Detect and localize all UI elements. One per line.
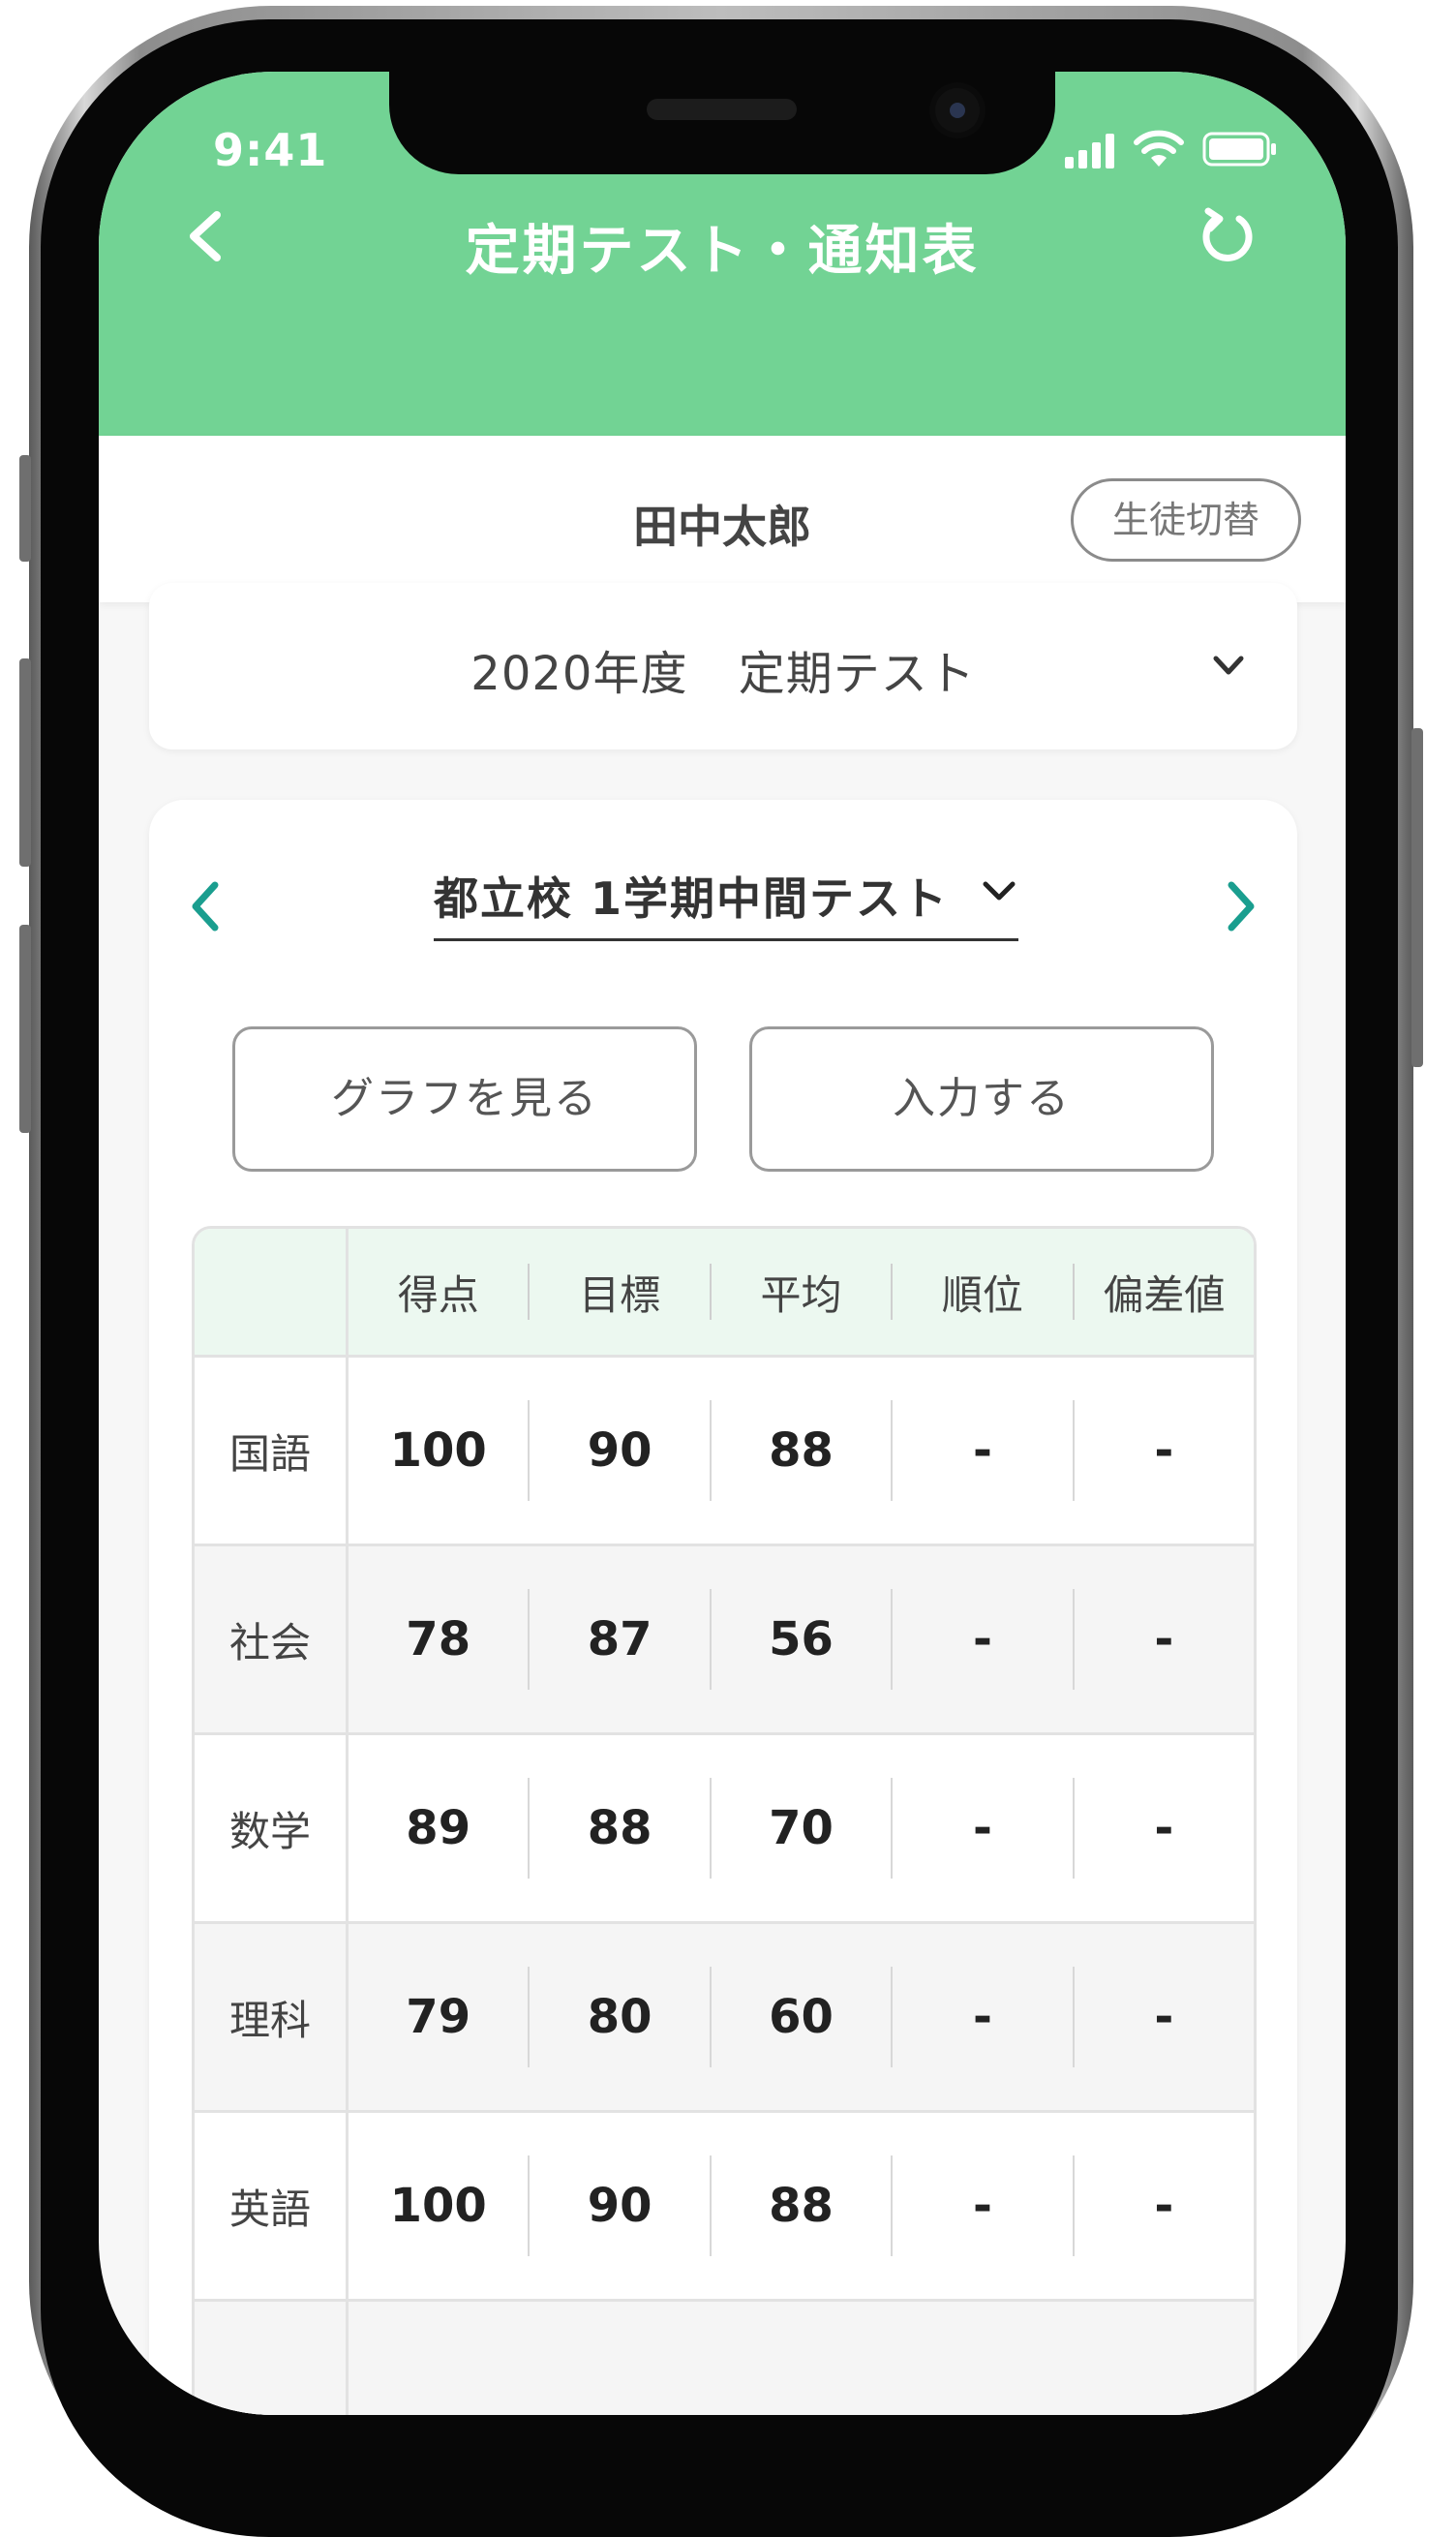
signal-icon (1065, 134, 1114, 168)
column-header-deviation: 偏差値 (1103, 1270, 1226, 1319)
table-row: 理科 79 80 60 - - (195, 1924, 1254, 2113)
rank-cell: - (893, 2155, 1075, 2256)
table-row: 国語 100 90 88 - - (195, 1358, 1254, 1546)
column-header-average: 平均 (712, 1264, 894, 1320)
volume-down-button (19, 925, 31, 1133)
subject-label-empty (195, 2302, 349, 2415)
rank-cell: - (893, 1778, 1075, 1879)
page-title: 定期テスト・通知表 (465, 220, 980, 283)
previous-test-icon[interactable] (186, 877, 225, 935)
average-cell: 88 (712, 1400, 894, 1501)
test-selector-label: 都立校 1学期中間テスト (434, 872, 950, 925)
target-cell: 90 (530, 1400, 712, 1501)
average-cell: 70 (712, 1778, 894, 1879)
status-time: 9:41 (213, 124, 328, 176)
average-cell: 56 (712, 1589, 894, 1690)
score-cell: 89 (349, 1778, 531, 1879)
subject-label: 理科 (195, 1924, 349, 2110)
score-table: 得点 目標 平均 順位 偏差値 国語 100 90 88 - - 社会 78 8… (192, 1226, 1257, 2415)
deviation-cell: - (1154, 1423, 1174, 1478)
table-row: 数学 89 88 70 - - (195, 1735, 1254, 1924)
test-card: 都立校 1学期中間テスト グラフを見る 入力する 得点 目標 平均 順位 偏差値 (149, 800, 1297, 2415)
score-cell: 78 (349, 1589, 531, 1690)
subject-label: 社会 (195, 1546, 349, 1732)
mute-switch (19, 455, 31, 562)
next-test-icon[interactable] (1222, 877, 1260, 935)
wifi-icon (1134, 130, 1184, 167)
score-cell: 100 (349, 1400, 531, 1501)
deviation-cell: - (1154, 1990, 1174, 2044)
battery-icon (1202, 132, 1276, 167)
table-row-partial (195, 2302, 1254, 2415)
subject-label: 数学 (195, 1735, 349, 1921)
student-bar: 田中太郎 生徒切替 (99, 436, 1346, 602)
input-button[interactable]: 入力する (749, 1026, 1214, 1172)
score-cell: 100 (349, 2155, 531, 2256)
subject-label: 国語 (195, 1358, 349, 1544)
target-cell: 87 (530, 1589, 712, 1690)
target-cell: 80 (530, 1967, 712, 2067)
notch (389, 72, 1055, 174)
rank-cell: - (893, 1589, 1075, 1690)
chevron-down-icon (983, 881, 1016, 901)
table-header-row: 得点 目標 平均 順位 偏差値 (195, 1229, 1254, 1358)
screen: 9:41 定期テスト・通知表 田中太郎 生徒切替 2020年度 定期テスト 都立… (99, 72, 1346, 2415)
deviation-cell: - (1154, 2179, 1174, 2233)
target-cell: 88 (530, 1778, 712, 1879)
subject-label: 英語 (195, 2113, 349, 2299)
volume-up-button (19, 658, 31, 867)
column-header-rank: 順位 (893, 1264, 1075, 1320)
table-row: 社会 78 87 56 - - (195, 1546, 1254, 1735)
target-cell: 90 (530, 2155, 712, 2256)
year-selector-label: 2020年度 定期テスト (470, 647, 976, 701)
chevron-down-icon (1213, 656, 1244, 675)
table-row: 英語 100 90 88 - - (195, 2113, 1254, 2302)
speaker-grille (647, 99, 797, 120)
year-selector[interactable]: 2020年度 定期テスト (149, 583, 1297, 749)
rank-cell: - (893, 1400, 1075, 1501)
deviation-cell: - (1154, 1612, 1174, 1666)
test-selector[interactable]: 都立校 1学期中間テスト (434, 844, 1018, 941)
average-cell: 88 (712, 2155, 894, 2256)
switch-student-button[interactable]: 生徒切替 (1071, 478, 1301, 562)
column-header-target: 目標 (530, 1264, 712, 1320)
rank-cell: - (893, 1967, 1075, 2067)
power-button (1411, 728, 1423, 1067)
score-cell: 79 (349, 1967, 531, 2067)
table-header-corner (195, 1229, 349, 1355)
front-camera (935, 88, 980, 133)
refresh-icon[interactable] (1197, 205, 1259, 267)
column-header-score: 得点 (349, 1264, 531, 1320)
average-cell: 60 (712, 1967, 894, 2067)
view-graph-button[interactable]: グラフを見る (232, 1026, 697, 1172)
deviation-cell: - (1154, 1801, 1174, 1855)
